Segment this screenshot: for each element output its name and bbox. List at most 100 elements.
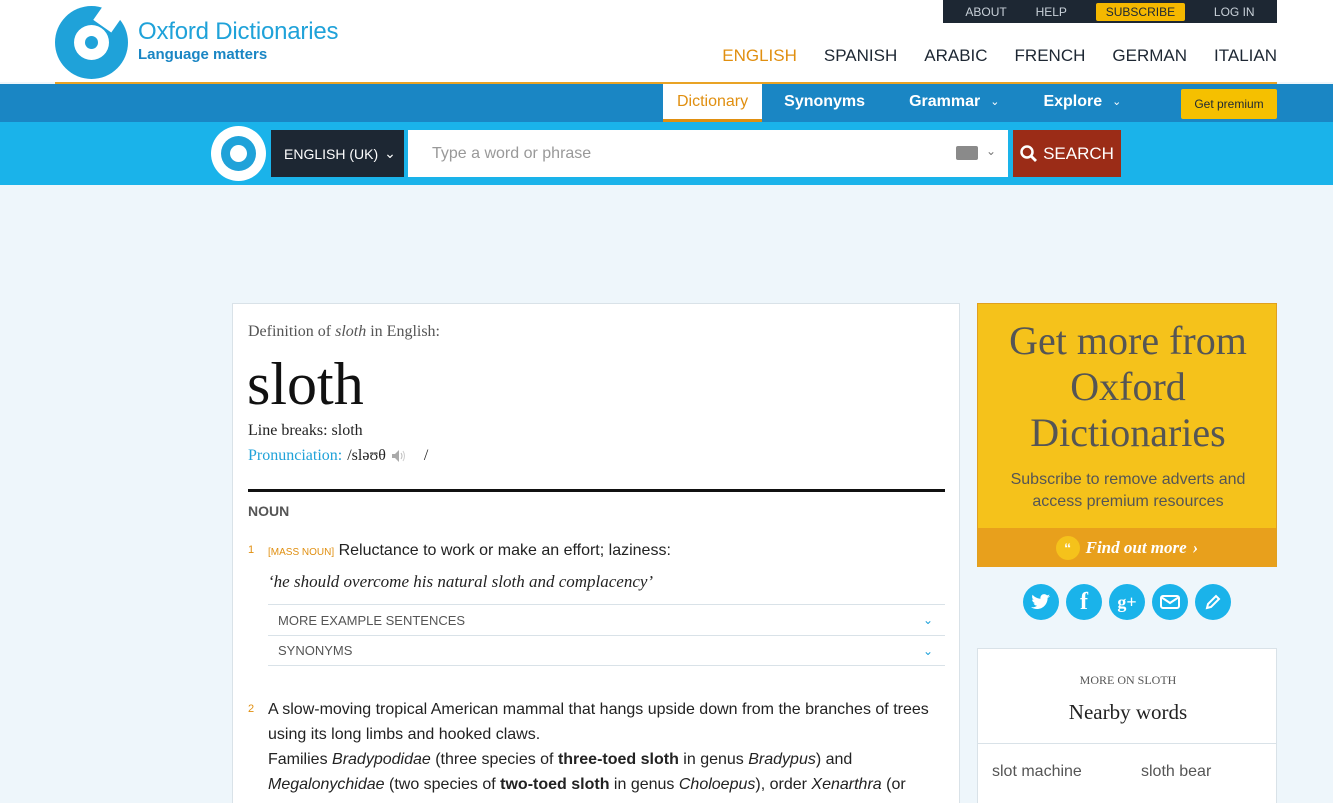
- synonyms-label: SYNONYMS: [278, 643, 353, 658]
- language-select[interactable]: ENGLISH (UK) ⌄: [271, 130, 404, 177]
- headword: sloth: [247, 351, 364, 417]
- find-out-more-label: Find out more: [1085, 537, 1187, 557]
- subscribe-link[interactable]: SUBSCRIBE: [1095, 2, 1186, 21]
- email-icon[interactable]: [1152, 584, 1188, 620]
- tab-explore[interactable]: Explore ⌄: [1021, 84, 1143, 119]
- sense-definition: [MASS NOUN] Reluctance to work or make a…: [268, 538, 948, 565]
- facebook-icon[interactable]: f: [1066, 584, 1102, 620]
- twitter-icon[interactable]: [1023, 584, 1059, 620]
- tab-dictionary[interactable]: Dictionary: [663, 84, 763, 122]
- language-nav: ENGLISH SPANISH ARABIC FRENCH GERMAN ITA…: [722, 46, 1277, 66]
- pronunciation-close: /: [423, 447, 429, 464]
- nearby-words-panel: MORE ON SLOTH Nearby words slot machine …: [977, 648, 1277, 803]
- tab-synonyms[interactable]: Synonyms: [762, 84, 887, 119]
- promo-subtitle: Subscribe to remove adverts and access p…: [1010, 471, 1246, 510]
- sense-definition: A slow-moving tropical American mammal t…: [268, 697, 948, 797]
- googleplus-icon[interactable]: g+: [1109, 584, 1145, 620]
- find-out-more-link[interactable]: “ Find out more ›: [978, 528, 1276, 567]
- family-name: Bradypodidae: [332, 751, 431, 768]
- entry-card: Definition of sloth in English: sloth Li…: [232, 303, 960, 803]
- lang-spanish[interactable]: SPANISH: [824, 46, 897, 66]
- chevron-right-icon: ›: [1192, 537, 1199, 557]
- site-header: Oxford Dictionaries Language matters ABO…: [0, 0, 1333, 82]
- tab-synonyms-label: Synonyms: [784, 92, 866, 110]
- oxford-logo-icon[interactable]: [55, 3, 128, 79]
- family-text: (or: [886, 776, 906, 793]
- edit-icon[interactable]: [1195, 584, 1231, 620]
- tab-dictionary-label: Dictionary: [677, 92, 749, 110]
- nearby-word-link[interactable]: slot machine: [992, 763, 1082, 781]
- lang-english[interactable]: ENGLISH: [722, 46, 797, 66]
- chevron-down-icon: ⌄: [1112, 96, 1122, 108]
- family-name: Megalonychidae: [268, 776, 385, 793]
- quote-icon: “: [1055, 535, 1080, 560]
- family-text: (two species of: [388, 776, 496, 793]
- search-input[interactable]: [408, 130, 1008, 177]
- logo-name[interactable]: Oxford Dictionaries: [138, 18, 338, 46]
- species-link[interactable]: two-toed sloth: [500, 776, 609, 793]
- sense-number: 1: [248, 544, 255, 556]
- family-text: in genus: [683, 751, 744, 768]
- tab-grammar-label: Grammar: [909, 92, 981, 110]
- entry-divider: [248, 489, 945, 492]
- example-sentence: ‘he should overcome his natural sloth an…: [268, 572, 654, 591]
- sense-number: 2: [248, 703, 255, 715]
- in-english-text: in English:: [370, 323, 440, 340]
- definition-of-text: Definition of: [248, 323, 332, 340]
- share-bar: f g+: [1023, 584, 1231, 620]
- chevron-down-icon: ⌄: [922, 613, 933, 627]
- pronunciation: Pronunciation: /sləʊθ /: [248, 447, 428, 465]
- pronunciation-label[interactable]: Pronunciation:: [248, 447, 342, 465]
- definition-heading: Definition of sloth in English:: [248, 323, 440, 341]
- chevron-down-icon: ⌄: [990, 96, 1000, 108]
- promo-title: Get more from Oxford Dictionaries: [1009, 318, 1247, 455]
- more-examples-label: MORE EXAMPLE SENTENCES: [278, 612, 466, 628]
- lang-german[interactable]: GERMAN: [1112, 46, 1187, 66]
- tab-grammar[interactable]: Grammar ⌄: [887, 84, 1021, 119]
- part-of-speech: NOUN: [248, 503, 290, 519]
- synonyms-toggle[interactable]: SYNONYMS ⌄: [268, 635, 945, 666]
- lang-italian[interactable]: ITALIAN: [1214, 46, 1277, 66]
- genus-name: Choloepus: [678, 776, 756, 793]
- chevron-down-icon[interactable]: ⌄: [986, 144, 996, 158]
- family-text: in genus: [613, 776, 675, 793]
- order-name: Xenarthra: [811, 776, 882, 793]
- login-link[interactable]: LOG IN: [1214, 5, 1255, 19]
- help-link[interactable]: HELP: [1036, 5, 1067, 19]
- language-select-value: ENGLISH (UK): [284, 145, 379, 162]
- species-link[interactable]: three-toed sloth: [558, 751, 679, 768]
- genus-name: Bradypus: [748, 751, 816, 768]
- oxford-logo-icon: [211, 126, 266, 181]
- family-text: (three species of: [435, 751, 554, 768]
- about-link[interactable]: ABOUT: [965, 5, 1006, 19]
- premium-promo: Get more from Oxford Dictionaries Subscr…: [977, 303, 1277, 567]
- chevron-down-icon: ⌄: [384, 145, 396, 161]
- main-nav: Dictionary Synonyms Grammar ⌄ Explore ⌄ Ge…: [0, 84, 1333, 122]
- lang-french[interactable]: FRENCH: [1015, 46, 1086, 66]
- search-icon: [1020, 145, 1038, 162]
- keyboard-icon[interactable]: [956, 146, 978, 160]
- more-examples-toggle[interactable]: MORE EXAMPLE SENTENCES ⌄: [268, 604, 945, 635]
- grammar-label: [MASS NOUN]: [268, 547, 335, 558]
- search-button-label: SEARCH: [1043, 143, 1114, 163]
- sense-text: Reluctance to work or make an effort; la…: [338, 542, 671, 559]
- nearby-title: Nearby words: [1068, 700, 1188, 724]
- tab-explore-label: Explore: [1043, 92, 1103, 110]
- sense-text: A slow-moving tropical American mammal t…: [268, 701, 929, 743]
- family-text: ), order: [755, 776, 807, 793]
- definition-word: sloth: [335, 323, 367, 340]
- lang-arabic[interactable]: ARABIC: [924, 46, 987, 66]
- logo-tagline: Language matters: [138, 46, 268, 63]
- nearby-word-link[interactable]: sloth bear: [1141, 763, 1211, 781]
- nearby-divider: [978, 743, 1276, 744]
- search-button[interactable]: SEARCH: [1013, 130, 1121, 177]
- speaker-icon[interactable]: [391, 449, 409, 463]
- utility-bar: ABOUT HELP SUBSCRIBE LOG IN: [943, 0, 1277, 23]
- family-text: Families: [268, 751, 328, 768]
- pronunciation-ipa: /sləʊθ: [347, 447, 386, 464]
- line-breaks: Line breaks: sloth: [248, 422, 363, 439]
- family-text: ) and: [815, 751, 853, 768]
- nearby-kicker: MORE ON SLOTH: [1079, 673, 1177, 687]
- get-premium-button[interactable]: Get premium: [1181, 89, 1277, 119]
- chevron-down-icon: ⌄: [922, 643, 933, 658]
